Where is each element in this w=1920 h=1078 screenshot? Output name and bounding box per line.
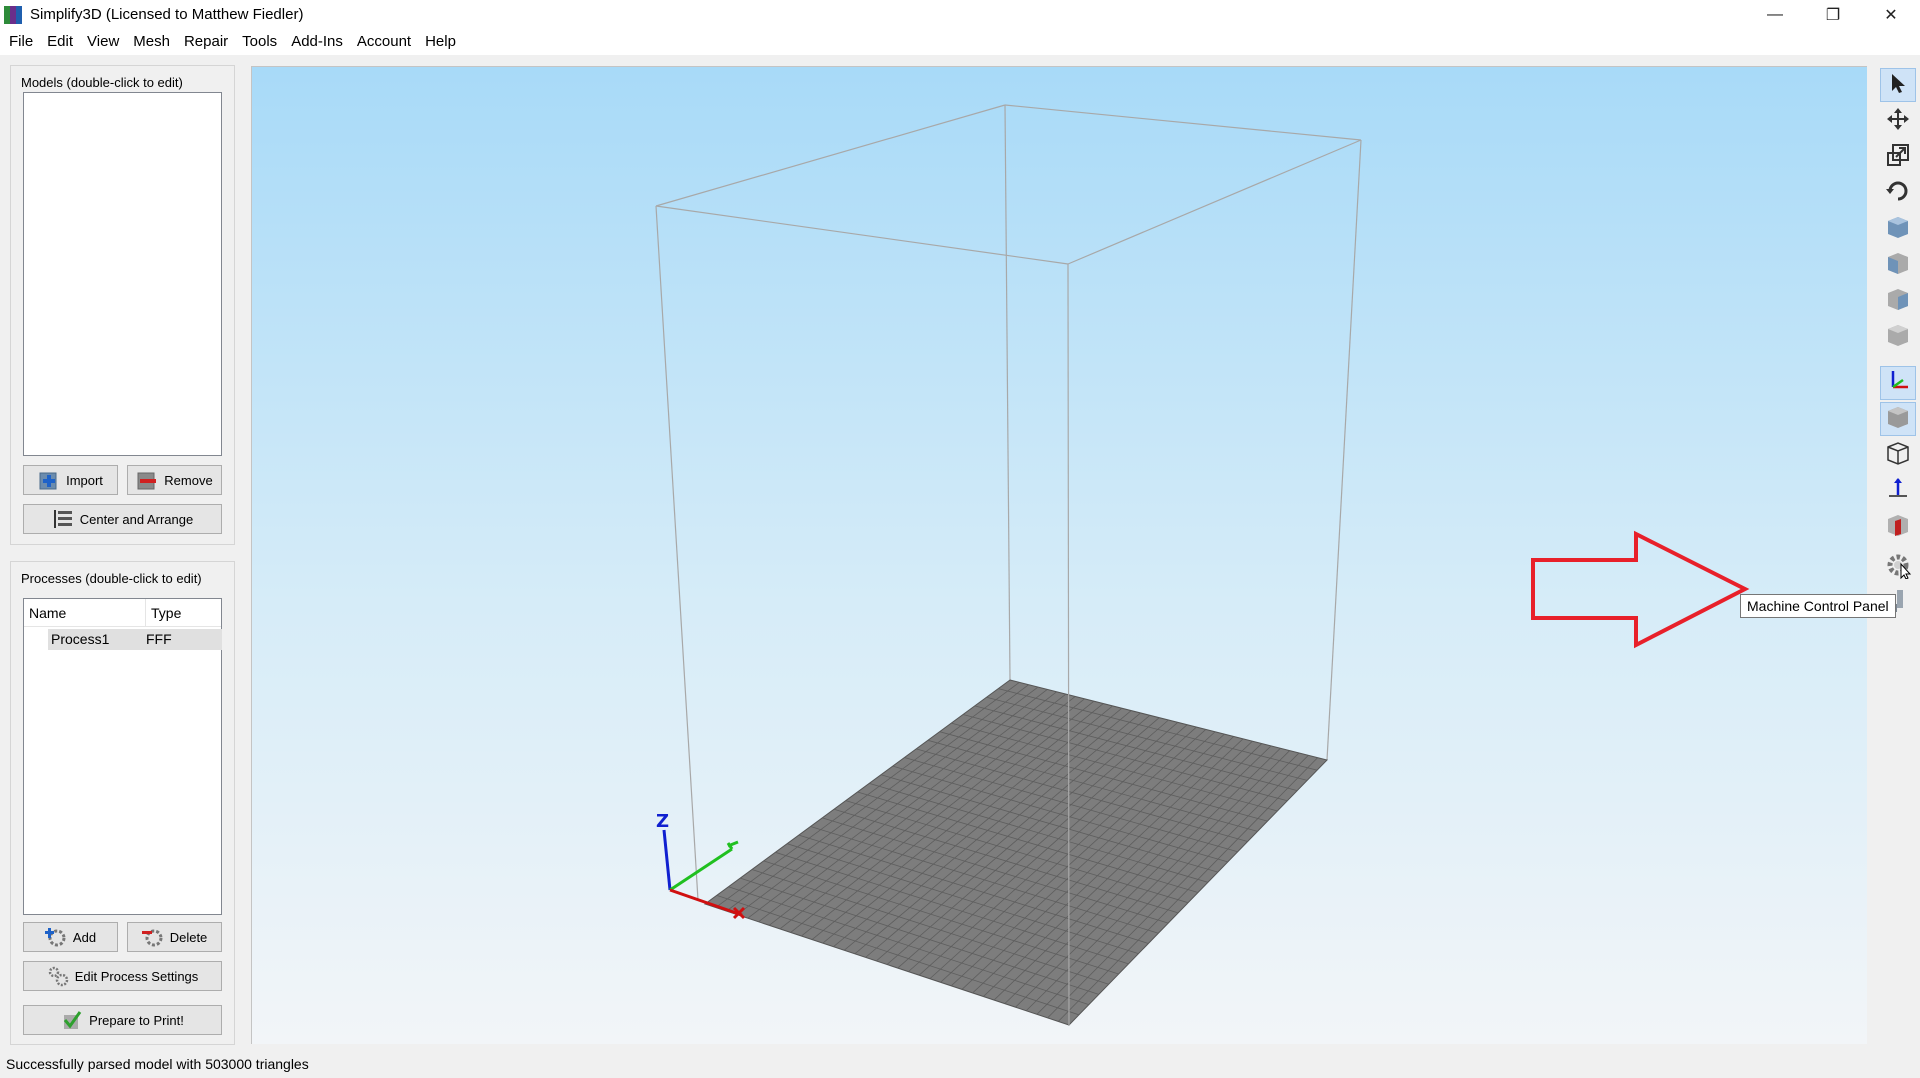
machine-control-gear-icon — [1884, 551, 1912, 583]
3d-viewport[interactable]: Z — [251, 66, 1867, 1044]
select-tool-button[interactable] — [1880, 68, 1916, 102]
axes-toggle-icon — [1885, 368, 1911, 398]
delete-gear-icon — [141, 926, 164, 948]
view-default-button[interactable] — [1880, 212, 1916, 246]
models-list[interactable] — [23, 92, 222, 456]
wireframe-view-icon — [1885, 440, 1911, 470]
prepare-to-print-button[interactable]: Prepare to Print! — [23, 1005, 222, 1035]
solid-view-button[interactable] — [1880, 402, 1916, 436]
scale-tool-button[interactable] — [1880, 140, 1916, 174]
simplify3d-logo-icon — [4, 5, 22, 24]
models-group: Models (double-click to edit) Import Rem… — [10, 65, 235, 545]
right-toolbar — [1878, 66, 1920, 1056]
table-row[interactable]: Process1 FFF — [48, 629, 222, 650]
scale-icon — [1885, 142, 1911, 172]
axes-toggle-button[interactable] — [1880, 366, 1916, 400]
prepare-to-print-label: Prepare to Print! — [89, 1012, 184, 1028]
left-panel: Models (double-click to edit) Import Rem… — [0, 55, 248, 1045]
build-plate — [703, 679, 1328, 1026]
move-tool-button[interactable] — [1880, 104, 1916, 138]
import-icon — [38, 469, 60, 491]
window-title: Simplify3D (Licensed to Matthew Fiedler) — [30, 6, 304, 23]
close-button[interactable]: ✕ — [1862, 0, 1920, 29]
view-side-cube-icon — [1885, 286, 1911, 316]
restore-button[interactable]: ❐ — [1804, 0, 1862, 29]
processes-group-title: Processes (double-click to edit) — [21, 571, 202, 586]
cross-section-icon — [1885, 512, 1911, 542]
cross-section-button[interactable] — [1880, 510, 1916, 544]
remove-button[interactable]: Remove — [127, 465, 222, 495]
title-bar: Simplify3D (Licensed to Matthew Fiedler)… — [0, 0, 1920, 29]
z-axis-icon — [1885, 476, 1911, 506]
column-type[interactable]: Type — [146, 599, 181, 626]
annotation-arrow — [1531, 530, 1750, 649]
view-top-cube-icon — [1885, 322, 1911, 352]
solid-view-icon — [1885, 404, 1911, 434]
view-top-button[interactable] — [1880, 320, 1916, 354]
menu-file[interactable]: File — [2, 29, 40, 55]
window-controls: — ❐ ✕ — [1746, 0, 1920, 29]
rotate-tool-button[interactable] — [1880, 176, 1916, 210]
processes-group: Processes (double-click to edit) Name Ty… — [10, 561, 235, 1045]
view-front-button[interactable] — [1880, 248, 1916, 282]
settings-gears-icon — [47, 965, 69, 987]
remove-icon — [136, 469, 158, 491]
menu-add-ins[interactable]: Add-Ins — [284, 29, 350, 55]
edit-process-settings-label: Edit Process Settings — [74, 968, 199, 984]
processes-table[interactable]: Name Type Process1 FFF — [23, 598, 222, 915]
minimize-button[interactable]: — — [1746, 0, 1804, 29]
models-group-title: Models (double-click to edit) — [21, 75, 183, 90]
status-bar: Successfully parsed model with 503000 tr… — [0, 1050, 1920, 1078]
menu-account[interactable]: Account — [350, 29, 418, 55]
wireframe-view-button[interactable] — [1880, 438, 1916, 472]
add-gear-icon — [44, 926, 67, 948]
menu-repair[interactable]: Repair — [177, 29, 235, 55]
menu-view[interactable]: View — [80, 29, 126, 55]
rotate-icon — [1885, 178, 1911, 208]
status-text: Successfully parsed model with 503000 tr… — [6, 1056, 309, 1072]
menu-mesh[interactable]: Mesh — [126, 29, 177, 55]
process-type-cell: FFF — [146, 631, 172, 647]
menu-tools[interactable]: Tools — [235, 29, 284, 55]
move-icon — [1885, 106, 1911, 136]
process-name-cell: Process1 — [51, 631, 110, 647]
edit-process-settings-button[interactable]: Edit Process Settings — [23, 961, 222, 991]
z-axis-button[interactable] — [1880, 474, 1916, 508]
view-front-cube-icon — [1885, 250, 1911, 280]
delete-label: Delete — [169, 929, 208, 945]
delete-process-button[interactable]: Delete — [127, 922, 222, 952]
z-axis-label: Z — [656, 811, 669, 832]
add-process-button[interactable]: Add — [23, 922, 118, 952]
menu-bar: File Edit View Mesh Repair Tools Add-Ins… — [0, 29, 1920, 55]
view-side-button[interactable] — [1880, 284, 1916, 318]
column-name[interactable]: Name — [24, 599, 146, 626]
center-and-arrange-button[interactable]: Center and Arrange — [23, 504, 222, 534]
select-arrow-icon — [1886, 71, 1910, 99]
machine-control-panel-button[interactable] — [1880, 550, 1916, 584]
machine-control-panel-tooltip: Machine Control Panel — [1740, 594, 1896, 618]
menu-help[interactable]: Help — [418, 29, 463, 55]
menu-edit[interactable]: Edit — [40, 29, 80, 55]
add-label: Add — [72, 929, 97, 945]
import-button[interactable]: Import — [23, 465, 118, 495]
center-arrange-icon — [52, 508, 74, 530]
center-and-arrange-label: Center and Arrange — [79, 511, 194, 527]
import-label: Import — [66, 472, 103, 488]
remove-label: Remove — [164, 472, 213, 488]
processes-table-header: Name Type — [24, 599, 221, 627]
checkmark-icon — [61, 1009, 83, 1031]
view-default-cube-icon — [1885, 214, 1911, 244]
